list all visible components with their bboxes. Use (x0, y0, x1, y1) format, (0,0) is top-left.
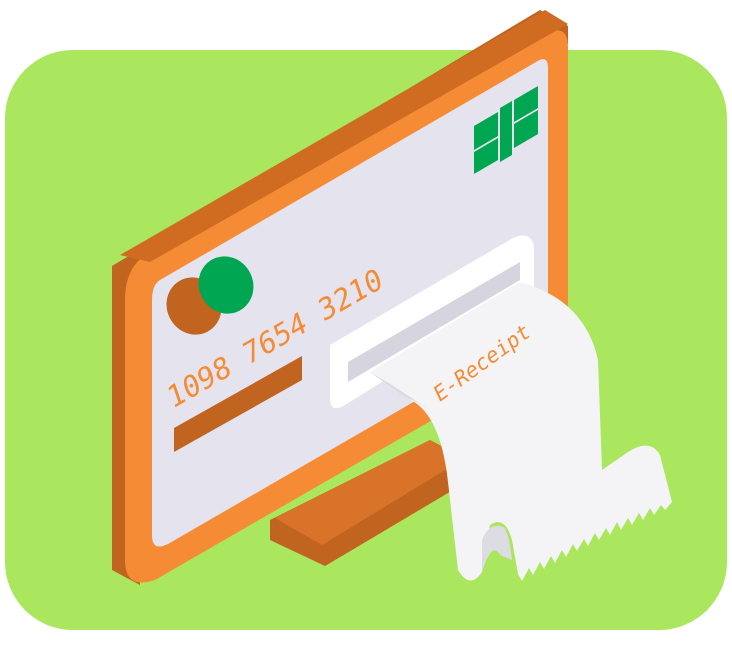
e-receipt-illustration: 1098 7654 3210 E-Receipt (5, 10, 727, 630)
